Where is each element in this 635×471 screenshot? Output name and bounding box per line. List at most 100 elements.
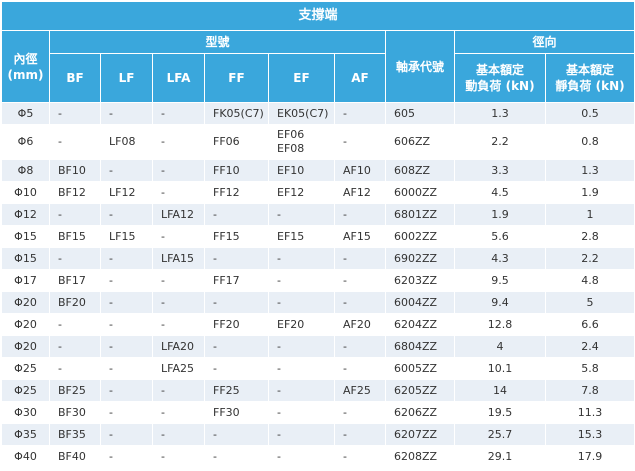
inner-diameter-cell: Φ25 xyxy=(1,357,50,380)
dynamic-load-header: 基本額定 動負荷 (kN) xyxy=(454,53,546,103)
bf-cell: - xyxy=(49,203,101,226)
lf-cell: - xyxy=(100,445,153,468)
lf-cell: - xyxy=(100,357,153,380)
dynamic-load-label-2: 動負荷 (kN) xyxy=(465,79,535,93)
inner-diameter-label: 內徑 xyxy=(13,51,38,66)
bearing-code-cell: 6005ZZ xyxy=(385,357,455,380)
ef-cell-line: EF10 xyxy=(277,163,305,177)
dynamic-load-cell: 19.5 xyxy=(454,401,546,424)
inner-diameter-cell: Φ5 xyxy=(1,102,50,125)
static-load-cell: 2.8 xyxy=(544,225,635,248)
table-row: Φ10 BF12 LF12- FF12 EF12 AF12 6000ZZ 4.5 1.9 xyxy=(1,181,635,204)
col-header-af: AF xyxy=(334,53,386,103)
bf-cell: - xyxy=(49,313,101,336)
ff-cell: FF30 xyxy=(204,401,269,424)
ff-cell: FF20 xyxy=(204,313,269,336)
bearing-code-cell: 606ZZ xyxy=(385,124,455,160)
lfa-cell: - xyxy=(152,445,205,468)
ff-cell: - xyxy=(204,335,269,358)
lfa-cell: - xyxy=(152,269,205,292)
static-load-cell: 17.9 xyxy=(544,445,635,468)
bearing-code-cell: 6206ZZ xyxy=(385,401,455,424)
lfa-cell: LFA12 xyxy=(152,203,205,226)
static-load-cell: 5 xyxy=(544,291,635,314)
af-cell: AF15 xyxy=(334,225,386,248)
ef-cell-line: - xyxy=(277,361,281,375)
ef-cell: EF06 EF08 xyxy=(268,124,335,160)
ef-cell-line: EK05(C7) xyxy=(277,106,329,120)
ef-cell-line: - xyxy=(277,339,281,353)
ff-cell: FF12 xyxy=(204,181,269,204)
bf-cell: BF25 xyxy=(49,379,101,402)
lfa-cell: - xyxy=(152,124,205,160)
col-header-ff: FF xyxy=(204,53,269,103)
static-load-cell: 5.8 xyxy=(544,357,635,380)
bf-cell: - xyxy=(49,102,101,125)
ff-cell: FF10 xyxy=(204,159,269,182)
table-row: Φ35 BF35- - - - -6207ZZ 25.7 15.3 xyxy=(1,423,635,446)
dynamic-load-cell: 10.1 xyxy=(454,357,546,380)
bf-cell: BF30 xyxy=(49,401,101,424)
bf-cell: BF20 xyxy=(49,291,101,314)
lfa-cell: - xyxy=(152,379,205,402)
ef-cell: - xyxy=(268,247,335,270)
ff-cell: - xyxy=(204,247,269,270)
ef-cell: - xyxy=(268,357,335,380)
inner-diameter-cell: Φ15 xyxy=(1,247,50,270)
inner-diameter-cell: Φ8 xyxy=(1,159,50,182)
af-cell: - xyxy=(334,247,386,270)
lfa-cell: - xyxy=(152,291,205,314)
af-cell: AF12 xyxy=(334,181,386,204)
bearing-code-cell: 6004ZZ xyxy=(385,291,455,314)
ff-cell: - xyxy=(204,423,269,446)
ef-cell-line: - xyxy=(277,251,281,265)
dynamic-load-cell: 9.4 xyxy=(454,291,546,314)
table-row: Φ5- - - FK05(C7) EK05(C7) -605 1.3 0.5 xyxy=(1,102,635,125)
lf-cell: LF12 xyxy=(100,181,153,204)
dynamic-load-cell: 4.5 xyxy=(454,181,546,204)
ef-cell: EF12 xyxy=(268,181,335,204)
table-row: Φ17 BF17- - FF17- -6203ZZ 9.5 4.8 xyxy=(1,269,635,292)
lfa-cell: LFA20 xyxy=(152,335,205,358)
table-row: Φ40 BF40- - - - -6208ZZ 29.1 17.9 xyxy=(1,445,635,468)
model-number-header: 型號 xyxy=(49,30,386,54)
af-cell: - xyxy=(334,269,386,292)
ff-cell: FK05(C7) xyxy=(204,102,269,125)
lfa-cell: - xyxy=(152,401,205,424)
dynamic-load-cell: 2.2 xyxy=(454,124,546,160)
lfa-cell: LFA25 xyxy=(152,357,205,380)
inner-diameter-cell: Φ30 xyxy=(1,401,50,424)
dynamic-load-cell: 4 xyxy=(454,335,546,358)
table-row: Φ12- - LFA12- - -6801ZZ 1.9 1 xyxy=(1,203,635,226)
ef-cell: - xyxy=(268,379,335,402)
static-load-cell: 11.3 xyxy=(544,401,635,424)
ff-cell: FF06 xyxy=(204,124,269,160)
static-load-cell: 0.8 xyxy=(544,124,635,160)
lf-cell: - xyxy=(100,335,153,358)
dynamic-load-cell: 29.1 xyxy=(454,445,546,468)
table-row: Φ6- LF08- FF06 EF06 EF08-606ZZ 2.2 0.8 xyxy=(1,124,635,160)
lfa-cell: - xyxy=(152,159,205,182)
inner-diameter-unit: (mm) xyxy=(7,67,44,82)
lfa-cell: - xyxy=(152,313,205,336)
bearing-code-cell: 6002ZZ xyxy=(385,225,455,248)
static-load-header: 基本額定 靜負荷 (kN) xyxy=(544,53,635,103)
lfa-cell: - xyxy=(152,181,205,204)
bearing-code-cell: 6204ZZ xyxy=(385,313,455,336)
inner-diameter-cell: Φ17 xyxy=(1,269,50,292)
table-row: Φ25 BF25- - FF25- AF25 6205ZZ 14 7.8 xyxy=(1,379,635,402)
table-row: Φ20 BF20- - - - -6004ZZ 9.4 5 xyxy=(1,291,635,314)
col-header-lf: LF xyxy=(100,53,153,103)
support-end-title: 支撐端 xyxy=(0,1,635,31)
lfa-cell: - xyxy=(152,225,205,248)
af-cell: AF20 xyxy=(334,313,386,336)
lfa-cell: LFA15 xyxy=(152,247,205,270)
radial-header: 徑向 xyxy=(453,30,635,54)
dynamic-load-cell: 5.6 xyxy=(454,225,546,248)
ef-cell-line: - xyxy=(277,427,281,441)
lf-cell: - xyxy=(100,401,153,424)
dynamic-load-cell: 9.5 xyxy=(454,269,546,292)
bearing-code-cell: 6000ZZ xyxy=(385,181,455,204)
lf-cell: LF08 xyxy=(100,124,153,160)
inner-diameter-cell: Φ25 xyxy=(1,379,50,402)
